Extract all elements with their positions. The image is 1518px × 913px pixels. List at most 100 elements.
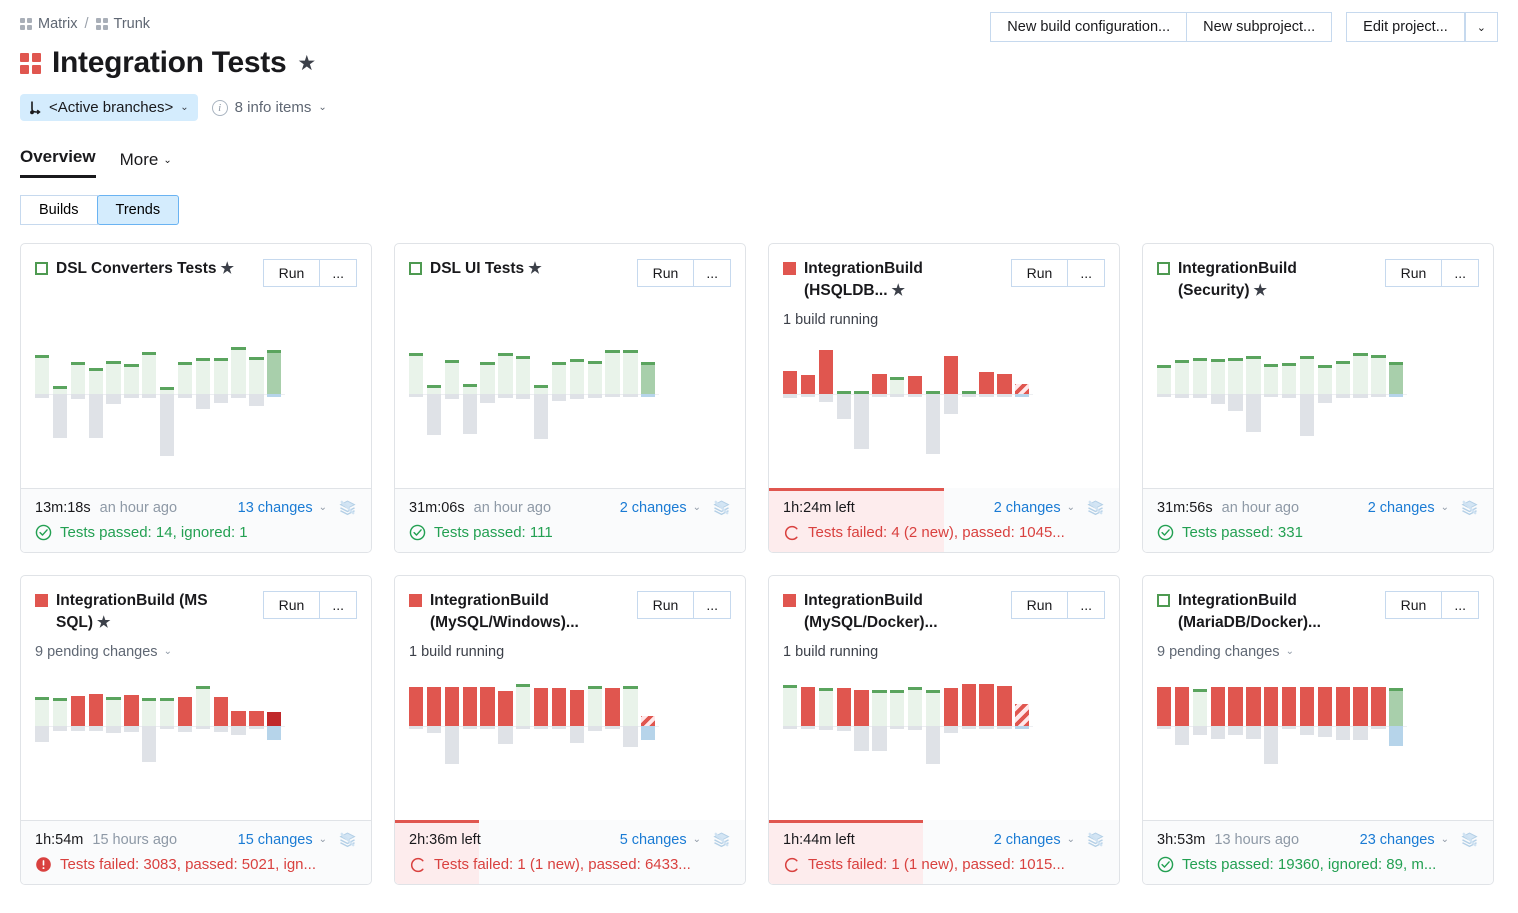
chart-bar[interactable]	[997, 308, 1012, 480]
project-actions-more-button[interactable]: ⌄	[1464, 12, 1498, 42]
chart-bar[interactable]	[70, 308, 86, 480]
chart-bar[interactable]	[480, 640, 495, 812]
test-result-summary[interactable]: Tests passed: 19360, ignored: 89, m...	[1157, 856, 1479, 873]
breadcrumb-item-trunk[interactable]: Trunk	[95, 16, 150, 32]
chart-bar[interactable]	[160, 640, 175, 812]
chart-bar[interactable]	[213, 640, 228, 812]
changes-link[interactable]: 2 changes ⌄	[620, 500, 701, 516]
run-button[interactable]: Run	[262, 591, 321, 619]
chart-bar[interactable]	[551, 308, 567, 480]
chart-bar[interactable]	[124, 640, 139, 812]
chart-bar[interactable]	[124, 308, 139, 480]
chart-bar[interactable]	[1353, 640, 1368, 812]
build-chain-icon[interactable]	[1460, 830, 1479, 849]
chart-bar[interactable]	[1282, 308, 1297, 480]
chart-bar[interactable]	[1192, 640, 1208, 812]
new-subproject-button[interactable]: New subproject...	[1187, 12, 1333, 42]
chart-bar[interactable]	[426, 308, 442, 480]
card-more-button[interactable]: ...	[1068, 259, 1105, 287]
chart-bar[interactable]	[52, 640, 68, 812]
breadcrumb-item-matrix[interactable]: Matrix	[20, 16, 77, 32]
chart-bar[interactable]	[961, 308, 976, 480]
changes-link[interactable]: 13 changes ⌄	[238, 500, 327, 516]
favorite-star-icon[interactable]: ★	[1254, 282, 1267, 299]
build-chain-icon[interactable]	[1086, 830, 1105, 849]
info-items-toggle[interactable]: i 8 info items ⌄	[211, 99, 327, 116]
chart-bar[interactable]	[534, 308, 549, 480]
test-result-summary[interactable]: Tests failed: 1 (1 new), passed: 1015...	[783, 856, 1105, 873]
chart-bar[interactable]	[961, 640, 976, 812]
card-more-button[interactable]: ...	[320, 259, 357, 287]
chart-bar[interactable]	[925, 308, 941, 480]
chart-bar[interactable]	[1282, 640, 1297, 812]
chart-bar[interactable]	[1371, 640, 1386, 812]
test-result-summary[interactable]: Tests failed: 3083, passed: 5021, ign...	[35, 856, 357, 873]
chart-bar[interactable]	[1264, 640, 1279, 812]
chart-bar[interactable]	[267, 640, 282, 812]
run-button[interactable]: Run	[1384, 259, 1443, 287]
chart-bar[interactable]	[195, 308, 211, 480]
build-configuration-name[interactable]: IntegrationBuild (MySQL/Windows)...	[430, 590, 629, 635]
chart-bar[interactable]	[106, 308, 121, 480]
chart-bar[interactable]	[177, 308, 193, 480]
chart-bar[interactable]	[854, 308, 869, 480]
card-more-button[interactable]: ...	[1442, 591, 1479, 619]
chart-bar[interactable]	[516, 640, 531, 812]
chart-bar[interactable]	[267, 308, 282, 480]
chart-bar[interactable]	[587, 640, 602, 812]
test-result-summary[interactable]: Tests failed: 4 (2 new), passed: 1045...	[783, 524, 1105, 541]
chart-bar[interactable]	[551, 640, 567, 812]
build-configuration-name[interactable]: IntegrationBuild (MariaDB/Docker)...	[1178, 590, 1377, 635]
build-configuration-card[interactable]: DSL Converters Tests ★ Run... 13m:18s an hou…	[20, 243, 372, 553]
build-configuration-name[interactable]: DSL UI Tests ★	[430, 258, 629, 280]
chart-bar[interactable]	[1210, 640, 1225, 812]
chart-bar[interactable]	[1174, 640, 1190, 812]
chart-bar[interactable]	[1353, 308, 1368, 480]
chart-bar[interactable]	[818, 308, 834, 480]
chart-bar[interactable]	[1015, 640, 1030, 812]
chart-bar[interactable]	[925, 640, 941, 812]
build-configuration-card[interactable]: IntegrationBuild (MySQL/Docker)... Run...…	[768, 575, 1120, 885]
card-more-button[interactable]: ...	[1068, 591, 1105, 619]
favorite-star-icon[interactable]: ★	[892, 282, 905, 299]
chart-bar[interactable]	[783, 308, 798, 480]
chart-bar[interactable]	[943, 640, 959, 812]
chart-bar[interactable]	[605, 308, 620, 480]
chart-bar[interactable]	[409, 308, 424, 480]
chart-bar[interactable]	[142, 640, 157, 812]
chart-bar[interactable]	[249, 308, 264, 480]
chart-bar[interactable]	[1174, 308, 1190, 480]
favorite-star-icon[interactable]: ★	[528, 260, 541, 277]
chart-bar[interactable]	[249, 640, 264, 812]
build-chain-icon[interactable]	[712, 498, 731, 517]
chart-bar[interactable]	[1228, 308, 1243, 480]
chart-bar[interactable]	[1299, 308, 1315, 480]
new-build-configuration-button[interactable]: New build configuration...	[990, 12, 1188, 42]
tab-more[interactable]: More ⌄	[120, 150, 172, 178]
changes-link[interactable]: 2 changes ⌄	[1368, 500, 1449, 516]
test-result-summary[interactable]: Tests passed: 331	[1157, 524, 1479, 541]
chart-bar[interactable]	[854, 640, 869, 812]
test-result-summary[interactable]: Tests failed: 1 (1 new), passed: 6433...	[409, 856, 731, 873]
chart-bar[interactable]	[1317, 308, 1333, 480]
build-configuration-name[interactable]: IntegrationBuild (MySQL/Docker)...	[804, 590, 1003, 635]
chart-bar[interactable]	[1335, 308, 1350, 480]
chart-bar[interactable]	[480, 308, 495, 480]
build-chain-icon[interactable]	[712, 830, 731, 849]
chart-bar[interactable]	[88, 640, 103, 812]
favorite-star-icon[interactable]: ★	[221, 260, 234, 277]
run-button[interactable]: Run	[262, 259, 321, 287]
chart-bar[interactable]	[979, 308, 994, 480]
chart-bar[interactable]	[1246, 640, 1261, 812]
chart-bar[interactable]	[623, 308, 638, 480]
chart-bar[interactable]	[569, 308, 585, 480]
card-more-button[interactable]: ...	[694, 259, 731, 287]
chart-bar[interactable]	[872, 640, 887, 812]
segment-builds[interactable]: Builds	[20, 195, 98, 225]
changes-link[interactable]: 15 changes ⌄	[238, 832, 327, 848]
chart-bar[interactable]	[872, 308, 887, 480]
chart-bar[interactable]	[52, 308, 68, 480]
chart-bar[interactable]	[498, 640, 513, 812]
chart-bar[interactable]	[641, 308, 656, 480]
build-chain-icon[interactable]	[1086, 498, 1105, 517]
